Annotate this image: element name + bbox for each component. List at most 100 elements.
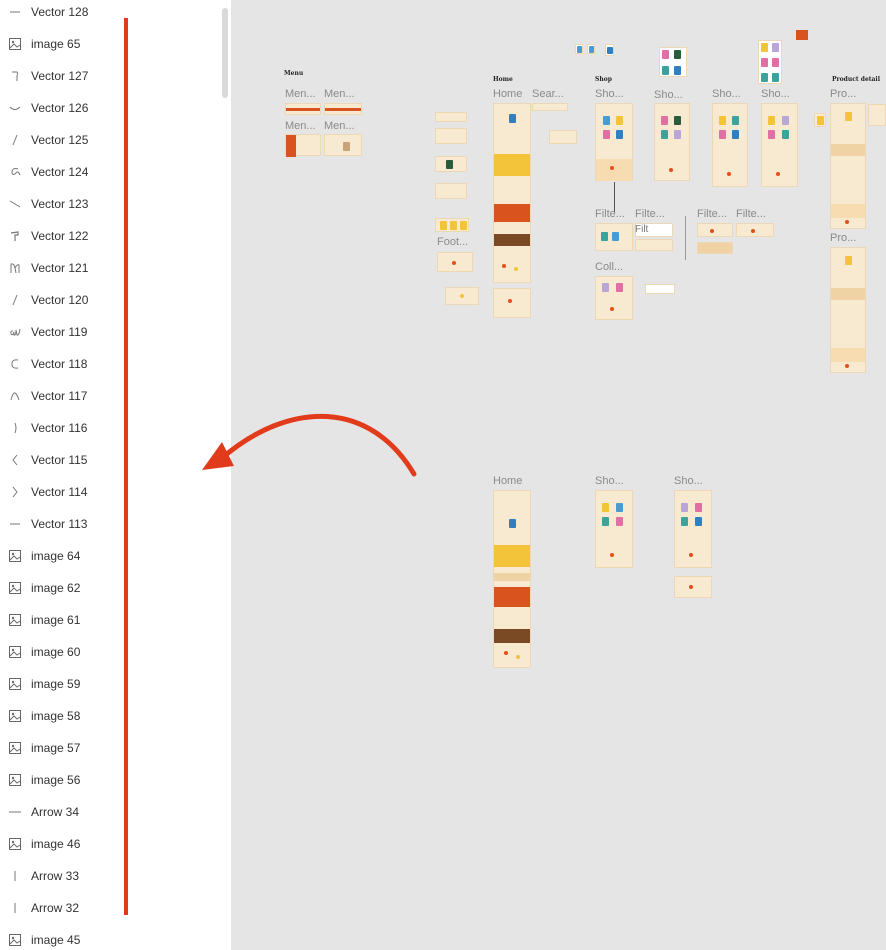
layer-row[interactable]: image 65 xyxy=(0,28,231,60)
frame-label-footer[interactable]: Foot... xyxy=(437,236,468,248)
frame-product-thumb[interactable] xyxy=(814,113,826,127)
frame-label-filter-4[interactable]: Filte... xyxy=(736,208,766,220)
frame-home-variant-2[interactable] xyxy=(435,128,467,144)
frame-label-shop-1[interactable]: Sho... xyxy=(595,88,624,100)
frame-search-result[interactable] xyxy=(549,130,577,144)
frame-product-side[interactable] xyxy=(868,104,886,126)
frame-menu-4[interactable] xyxy=(324,134,362,156)
layer-row[interactable]: image 45 xyxy=(0,924,231,950)
frame-filter-2b[interactable] xyxy=(635,239,673,251)
frame-label-shop-bottom-2[interactable]: Sho... xyxy=(674,475,703,487)
layer-row[interactable]: Vector 123 xyxy=(0,188,231,220)
frame-filter-3[interactable] xyxy=(697,223,733,237)
canvas-image-small-2[interactable] xyxy=(587,44,595,54)
frame-label-filter-2[interactable]: Filte... xyxy=(635,208,665,220)
canvas-image-group-1[interactable] xyxy=(659,47,687,77)
layer-row[interactable]: image 46 xyxy=(0,828,231,860)
frame-footer-2[interactable] xyxy=(445,287,479,305)
design-canvas[interactable]: Menu Home Shop Product detail Men... Men… xyxy=(231,0,886,950)
layer-row[interactable]: Vector 113 xyxy=(0,508,231,540)
frame-label-product-2[interactable]: Pro... xyxy=(830,232,856,244)
layer-row[interactable]: Vector 124 xyxy=(0,156,231,188)
frame-label-shop-4[interactable]: Sho... xyxy=(761,88,790,100)
layer-label: Arrow 34 xyxy=(31,805,80,819)
layer-row[interactable]: Vector 128 xyxy=(0,0,231,28)
frame-menu-1[interactable] xyxy=(285,103,321,115)
frame-shop-bottom-2[interactable] xyxy=(674,490,712,568)
frame-filter-1[interactable] xyxy=(595,223,633,251)
frame-shop-3[interactable] xyxy=(712,103,748,187)
frame-product-2[interactable] xyxy=(830,247,866,373)
layer-row[interactable]: Vector 115 xyxy=(0,444,231,476)
frame-label-menu-3[interactable]: Men... xyxy=(285,120,316,132)
frame-home-variant-4[interactable] xyxy=(435,183,467,199)
frame-label-menu-1[interactable]: Men... xyxy=(285,88,316,100)
frame-menu-2[interactable] xyxy=(324,103,362,115)
layer-row[interactable]: Vector 119 xyxy=(0,316,231,348)
frame-filter-3b[interactable] xyxy=(697,242,733,254)
frame-label-shop-bottom-1[interactable]: Sho... xyxy=(595,475,624,487)
layer-label: Vector 113 xyxy=(31,517,88,531)
frame-label-filter-3[interactable]: Filte... xyxy=(697,208,727,220)
canvas-image-small-1[interactable] xyxy=(575,44,583,54)
layer-row[interactable]: Vector 125 xyxy=(0,124,231,156)
layer-row[interactable]: image 62 xyxy=(0,572,231,604)
layers-scrollbar[interactable] xyxy=(222,8,228,98)
frame-home-bottom[interactable] xyxy=(493,490,531,668)
frame-footer[interactable] xyxy=(437,252,473,272)
layer-row[interactable]: image 64 xyxy=(0,540,231,572)
frame-shop-1[interactable] xyxy=(595,103,633,181)
layer-row[interactable]: Vector 126 xyxy=(0,92,231,124)
layer-label: image 57 xyxy=(31,741,81,755)
frame-home-variant-5[interactable] xyxy=(435,218,469,232)
frame-search[interactable] xyxy=(532,103,568,111)
layer-row[interactable]: Vector 114 xyxy=(0,476,231,508)
frame-label-filter-overlay[interactable]: Filt xyxy=(635,224,648,235)
layer-row[interactable]: Vector 116 xyxy=(0,412,231,444)
canvas-image-group-2[interactable] xyxy=(758,40,782,84)
frame-home-popup[interactable] xyxy=(493,288,531,318)
frame-label-home-top[interactable]: Home xyxy=(493,88,522,100)
frame-product-1[interactable] xyxy=(830,103,866,229)
layer-row[interactable]: Vector 127 xyxy=(0,60,231,92)
frame-label-home-bottom[interactable]: Home xyxy=(493,475,522,487)
layer-row[interactable]: image 56 xyxy=(0,764,231,796)
layer-row[interactable]: Vector 121 xyxy=(0,252,231,284)
frame-shop-2[interactable] xyxy=(654,103,690,181)
frame-collection-filter[interactable] xyxy=(645,284,675,294)
frame-label-shop-2[interactable]: Sho... xyxy=(654,89,683,101)
layer-row[interactable]: image 61 xyxy=(0,604,231,636)
layer-row[interactable]: image 58 xyxy=(0,700,231,732)
arrow-vertical-icon xyxy=(7,900,23,916)
frame-label-shop-3[interactable]: Sho... xyxy=(712,88,741,100)
frame-menu-3[interactable] xyxy=(285,134,321,157)
frame-label-collection[interactable]: Coll... xyxy=(595,261,623,273)
frame-label-filter-1[interactable]: Filte... xyxy=(595,208,625,220)
layer-row[interactable]: image 60 xyxy=(0,636,231,668)
layer-row[interactable]: Vector 122 xyxy=(0,220,231,252)
layer-row[interactable]: Arrow 32 xyxy=(0,892,231,924)
layer-row[interactable]: Vector 120 xyxy=(0,284,231,316)
frame-collection[interactable] xyxy=(595,276,633,320)
frame-label-product-1[interactable]: Pro... xyxy=(830,88,856,100)
frame-label-search[interactable]: Sear... xyxy=(532,88,564,100)
image-icon xyxy=(7,36,23,52)
frame-home-top[interactable] xyxy=(493,103,531,283)
frame-shop-bottom-1[interactable] xyxy=(595,490,633,568)
frame-shop-bottom-footer[interactable] xyxy=(674,576,712,598)
frame-label-menu-4[interactable]: Men... xyxy=(324,120,355,132)
canvas-image-small-3[interactable] xyxy=(605,44,614,56)
layer-row[interactable]: Arrow 34 xyxy=(0,796,231,828)
layer-row[interactable]: Vector 117 xyxy=(0,380,231,412)
vector-hook-icon xyxy=(7,68,23,84)
frame-label-menu-2[interactable]: Men... xyxy=(324,88,355,100)
frame-shop-4[interactable] xyxy=(761,103,798,187)
canvas-image-orange[interactable] xyxy=(796,30,808,40)
layer-row[interactable]: Arrow 33 xyxy=(0,860,231,892)
frame-home-variant-1[interactable] xyxy=(435,112,467,122)
layer-row[interactable]: image 57 xyxy=(0,732,231,764)
layer-row[interactable]: image 59 xyxy=(0,668,231,700)
frame-filter-4[interactable] xyxy=(736,223,774,237)
layer-row[interactable]: Vector 118 xyxy=(0,348,231,380)
frame-home-variant-3[interactable] xyxy=(435,156,467,172)
